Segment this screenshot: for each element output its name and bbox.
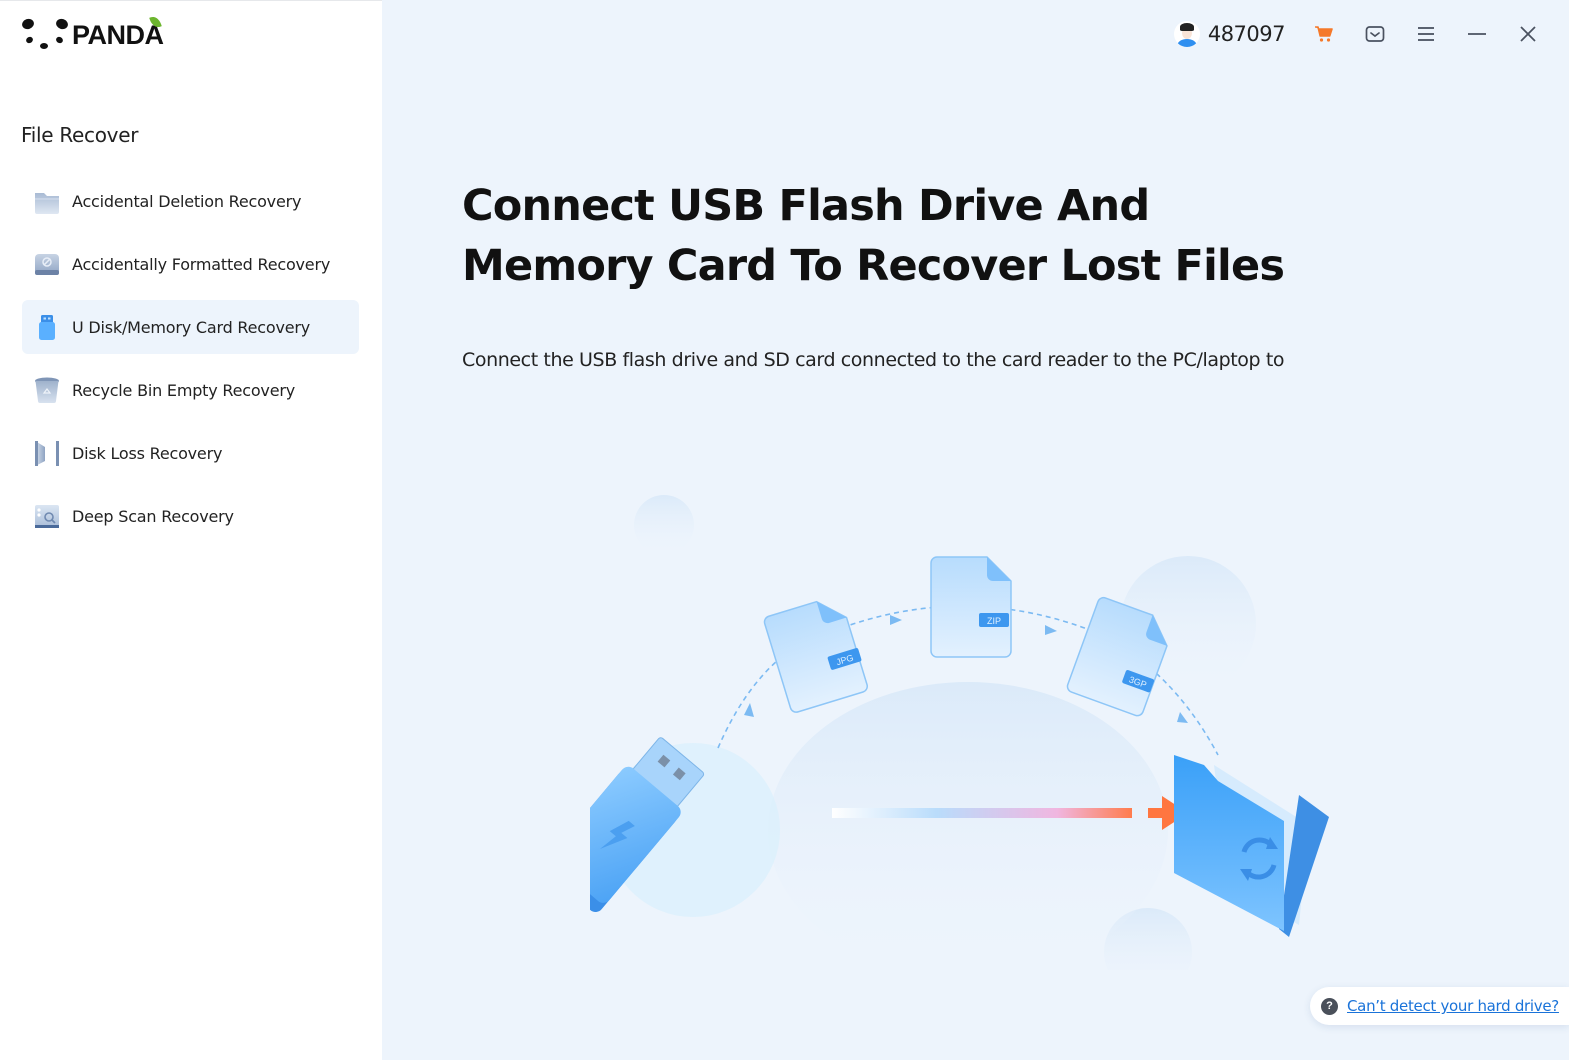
- sidebar-item-label: Deep Scan Recovery: [72, 506, 234, 526]
- deep-scan-icon: [34, 502, 60, 530]
- sidebar-nav: Accidental Deletion Recovery Accidentall…: [22, 174, 359, 552]
- panda-logo-icon: [20, 17, 70, 53]
- cart-icon[interactable]: [1313, 23, 1335, 45]
- bg-dome: [768, 682, 1168, 978]
- page-title: Connect USB Flash Drive And Memory Card …: [462, 181, 1285, 291]
- sidebar-item-recycle-bin[interactable]: Recycle Bin Empty Recovery: [22, 363, 359, 417]
- title-bar: 487097: [1173, 16, 1539, 52]
- message-icon[interactable]: [1364, 23, 1386, 45]
- avatar[interactable]: [1173, 21, 1200, 47]
- menu-icon[interactable]: [1415, 23, 1437, 45]
- sidebar-item-u-disk-memory-card[interactable]: U Disk/Memory Card Recovery: [22, 300, 359, 354]
- folder-icon: [34, 187, 60, 215]
- usb-drive-icon: [34, 313, 60, 341]
- bg-circle: [634, 495, 694, 555]
- sidebar-item-deep-scan[interactable]: Deep Scan Recovery: [22, 489, 359, 543]
- sidebar-item-accidental-deletion[interactable]: Accidental Deletion Recovery: [22, 174, 359, 228]
- app-logo: PANDA: [20, 14, 164, 55]
- sidebar-item-label: Disk Loss Recovery: [72, 443, 223, 463]
- sidebar-item-label: Accidentally Formatted Recovery: [72, 254, 331, 274]
- zip-file-icon: ZIP: [930, 556, 1012, 658]
- sidebar-item-accidentally-formatted[interactable]: Accidentally Formatted Recovery: [22, 237, 359, 291]
- logo-wordmark: PANDA: [72, 19, 164, 50]
- logo-text: PANDA: [72, 14, 164, 51]
- minimize-icon[interactable]: [1466, 23, 1488, 45]
- usb-recovery-illustration: JPG ZIP 3GP: [543, 490, 1360, 996]
- sidebar-item-label: Accidental Deletion Recovery: [72, 191, 302, 211]
- formatted-drive-icon: [34, 250, 60, 278]
- sidebar: PANDA File Recover Accidental Deletion R…: [0, 0, 382, 1060]
- disk-loss-icon: [34, 439, 60, 467]
- sidebar-item-label: Recycle Bin Empty Recovery: [72, 380, 295, 400]
- user-id[interactable]: 487097: [1208, 22, 1286, 46]
- sidebar-item-disk-loss[interactable]: Disk Loss Recovery: [22, 426, 359, 480]
- close-icon[interactable]: [1517, 23, 1539, 45]
- sidebar-item-label: U Disk/Memory Card Recovery: [72, 317, 311, 337]
- cant-detect-drive-link[interactable]: Can’t detect your hard drive?: [1347, 997, 1559, 1015]
- recycle-bin-icon: [34, 376, 60, 404]
- page-description: Connect the USB flash drive and SD card …: [462, 349, 1285, 371]
- recovery-folder-illustration: [1174, 755, 1329, 937]
- jpg-file-icon: JPG: [763, 600, 868, 713]
- file-tag-zip: ZIP: [987, 616, 1001, 626]
- section-title: File Recover: [21, 123, 139, 147]
- transfer-beam: [832, 808, 1132, 818]
- question-icon: ?: [1321, 997, 1338, 1015]
- help-panel: ? Can’t detect your hard drive?: [1310, 987, 1569, 1025]
